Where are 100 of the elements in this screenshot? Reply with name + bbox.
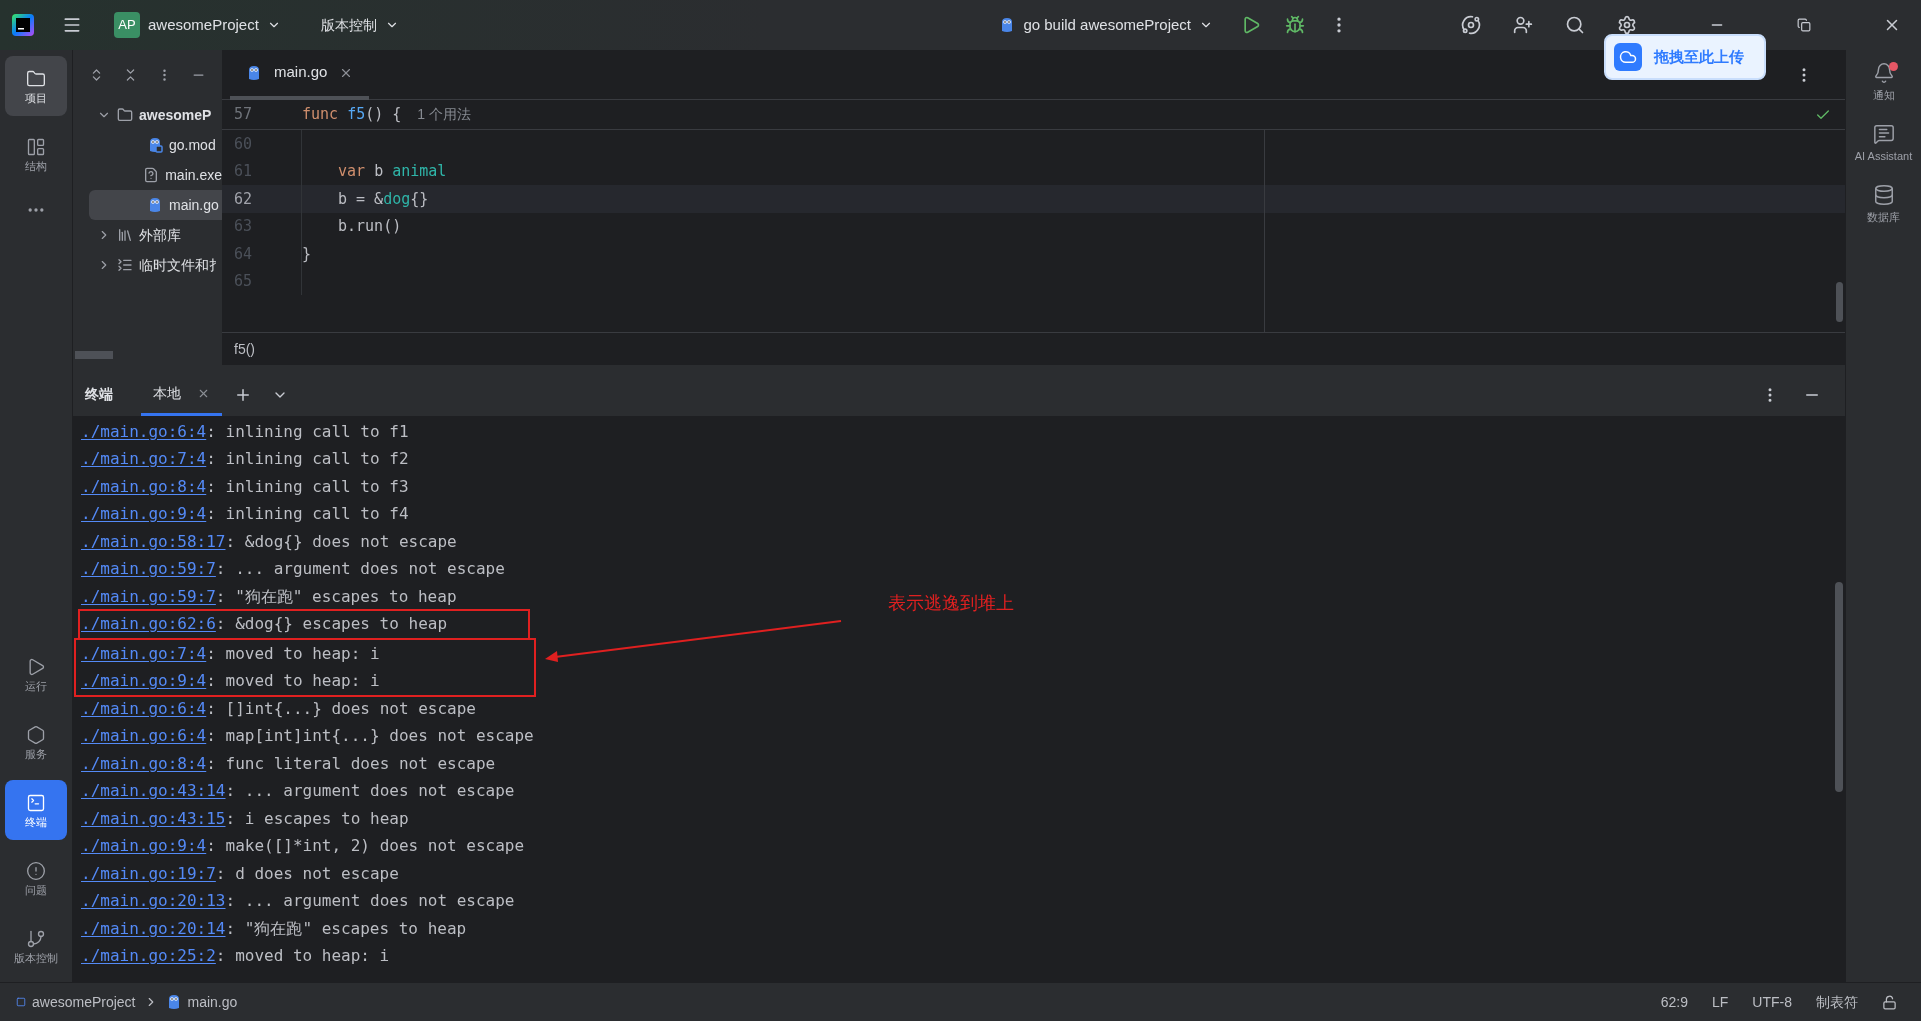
file-link[interactable]: ./main.go:9:4: [81, 834, 207, 859]
file-link[interactable]: ./main.go:6:4: [81, 419, 207, 444]
structure-icon: [26, 136, 46, 157]
tree-item[interactable]: go.mod: [89, 130, 222, 160]
debug-icon[interactable]: [1285, 15, 1305, 35]
file-link[interactable]: ./main.go:62:6: [81, 612, 216, 637]
tree-item[interactable]: main.exe: [89, 160, 222, 190]
file-link[interactable]: ./main.go:6:4: [81, 696, 207, 721]
terminal-output: : inlining call to f4: [206, 503, 409, 526]
search-icon[interactable]: [1565, 15, 1585, 35]
tree-item-label: go.mod: [169, 135, 216, 155]
usage-hint[interactable]: 1 个用法: [417, 104, 472, 125]
status-item[interactable]: 62:9: [1660, 991, 1688, 1013]
file-link[interactable]: ./main.go:59:7: [81, 584, 216, 609]
terminal-output: : d does not escape: [215, 862, 399, 885]
file-link[interactable]: ./main.go:58:17: [81, 529, 226, 554]
file-link[interactable]: ./main.go:59:7: [81, 557, 216, 582]
tree-item-label: 外部库: [139, 225, 181, 245]
line-number: 57: [233, 104, 254, 126]
restore-icon[interactable]: [1797, 18, 1811, 32]
settings-icon[interactable]: [1617, 15, 1637, 35]
module-icon: [16, 997, 26, 1007]
tool-window-button[interactable]: AI Assistant: [1848, 123, 1919, 164]
menu-icon[interactable]: [62, 15, 82, 35]
run-configuration[interactable]: go build awesomeProject: [999, 13, 1213, 37]
go-module-icon: [147, 137, 163, 153]
upload-popup[interactable]: 拖拽至此上传: [1604, 34, 1766, 80]
terminal-output: : moved to heap: i: [206, 642, 380, 665]
terminal-output: : inlining call to f2: [206, 448, 409, 471]
warning-icon: [26, 860, 46, 881]
status-item[interactable]: 制表符: [1816, 991, 1858, 1013]
file-link[interactable]: ./main.go:8:4: [81, 474, 207, 499]
terminal-output: : &dog{} does not escape: [225, 530, 457, 553]
file-link[interactable]: ./main.go:8:4: [81, 751, 207, 776]
terminal-output: : func literal does not escape: [206, 752, 496, 775]
code-line: b.run(): [338, 216, 402, 237]
swirl-icon[interactable]: [1461, 15, 1481, 35]
terminal-output: : []int{...} does not escape: [206, 697, 476, 720]
run-icon[interactable]: [1241, 15, 1261, 35]
file-link[interactable]: ./main.go:7:4: [81, 447, 207, 472]
user-add-icon[interactable]: [1513, 15, 1533, 35]
tree-item[interactable]: main.go: [89, 190, 222, 220]
terminal-output: : i escapes to heap: [225, 807, 409, 830]
tool-window-button[interactable]: 数据库: [1848, 184, 1919, 225]
terminal-output: : ... argument does not escape: [225, 890, 515, 913]
code-line: }: [302, 243, 312, 265]
terminal-output: : ... argument does not escape: [215, 558, 505, 581]
file-link[interactable]: ./main.go:9:4: [81, 669, 207, 694]
status-item[interactable]: LF: [1712, 991, 1729, 1013]
status-item[interactable]: UTF-8: [1752, 991, 1792, 1013]
terminal-output: : map[int]int{...} does not escape: [206, 725, 534, 748]
tree-item-label: 临时文件和扌: [139, 255, 222, 275]
file-link[interactable]: ./main.go:43:14: [81, 779, 226, 804]
editor-tab[interactable]: main.go: [230, 49, 370, 100]
tree-item[interactable]: 临时文件和扌: [89, 250, 222, 280]
breadcrumb-item[interactable]: awesomeProject: [32, 991, 136, 1013]
tool-window-button[interactable]: 运行: [5, 644, 67, 704]
terminal-output: : make([]*int, 2) does not escape: [206, 835, 525, 858]
vcs-menu[interactable]: 版本控制: [320, 14, 399, 36]
tool-window-button[interactable]: 服务: [5, 712, 67, 772]
tool-window-button[interactable]: 项目: [5, 56, 67, 116]
tool-window-button[interactable]: 结构: [5, 124, 67, 184]
tree-item-label: main.exe: [165, 165, 222, 185]
file-link[interactable]: ./main.go:43:15: [81, 806, 226, 831]
tool-window-button[interactable]: 版本控制: [5, 916, 67, 976]
file-link[interactable]: ./main.go:6:4: [81, 724, 207, 749]
file-link[interactable]: ./main.go:20:14: [81, 916, 226, 941]
upload-label: 拖拽至此上传: [1654, 46, 1744, 67]
library-icon: [117, 227, 133, 243]
tool-window-button[interactable]: 终端: [5, 780, 67, 840]
project-selector[interactable]: AP awesomeProject: [114, 12, 281, 38]
breadcrumb-item[interactable]: main.go: [187, 991, 238, 1013]
file-link[interactable]: ./main.go:7:4: [81, 641, 207, 666]
terminal-output: : moved to heap: i: [215, 945, 390, 968]
file-link[interactable]: ./main.go:19:7: [81, 861, 216, 886]
scrollbar[interactable]: [75, 351, 113, 359]
lock-icon[interactable]: [1882, 994, 1897, 1010]
tool-window-button[interactable]: 通知: [1848, 62, 1919, 103]
chat-icon: [1872, 123, 1895, 145]
app-logo-icon: [12, 14, 34, 36]
database-icon: [1872, 184, 1895, 206]
file-link[interactable]: ./main.go:25:2: [81, 944, 216, 969]
tool-window-button[interactable]: 问题: [5, 848, 67, 908]
services-icon: [26, 724, 46, 745]
file-link[interactable]: ./main.go:9:4: [81, 502, 207, 527]
branch-icon: [26, 928, 46, 949]
breadcrumb[interactable]: f5(): [234, 338, 255, 360]
code-line: b = &dog{}: [338, 188, 429, 210]
go-file-icon: [147, 197, 163, 213]
scrollbar[interactable]: [1836, 282, 1843, 322]
code-line: func f5() {: [302, 104, 402, 126]
scrollbar[interactable]: [1835, 582, 1843, 792]
terminal-output: : inlining call to f3: [206, 475, 409, 498]
tree-item[interactable]: awesomeP: [89, 100, 222, 130]
terminal-tab[interactable]: 本地: [141, 373, 222, 416]
file-link[interactable]: ./main.go:20:13: [81, 889, 226, 914]
folder-icon: [26, 68, 46, 89]
tree-item[interactable]: 外部库: [89, 220, 222, 250]
terminal-output: : moved to heap: i: [206, 670, 380, 693]
project-badge: AP: [114, 12, 140, 38]
